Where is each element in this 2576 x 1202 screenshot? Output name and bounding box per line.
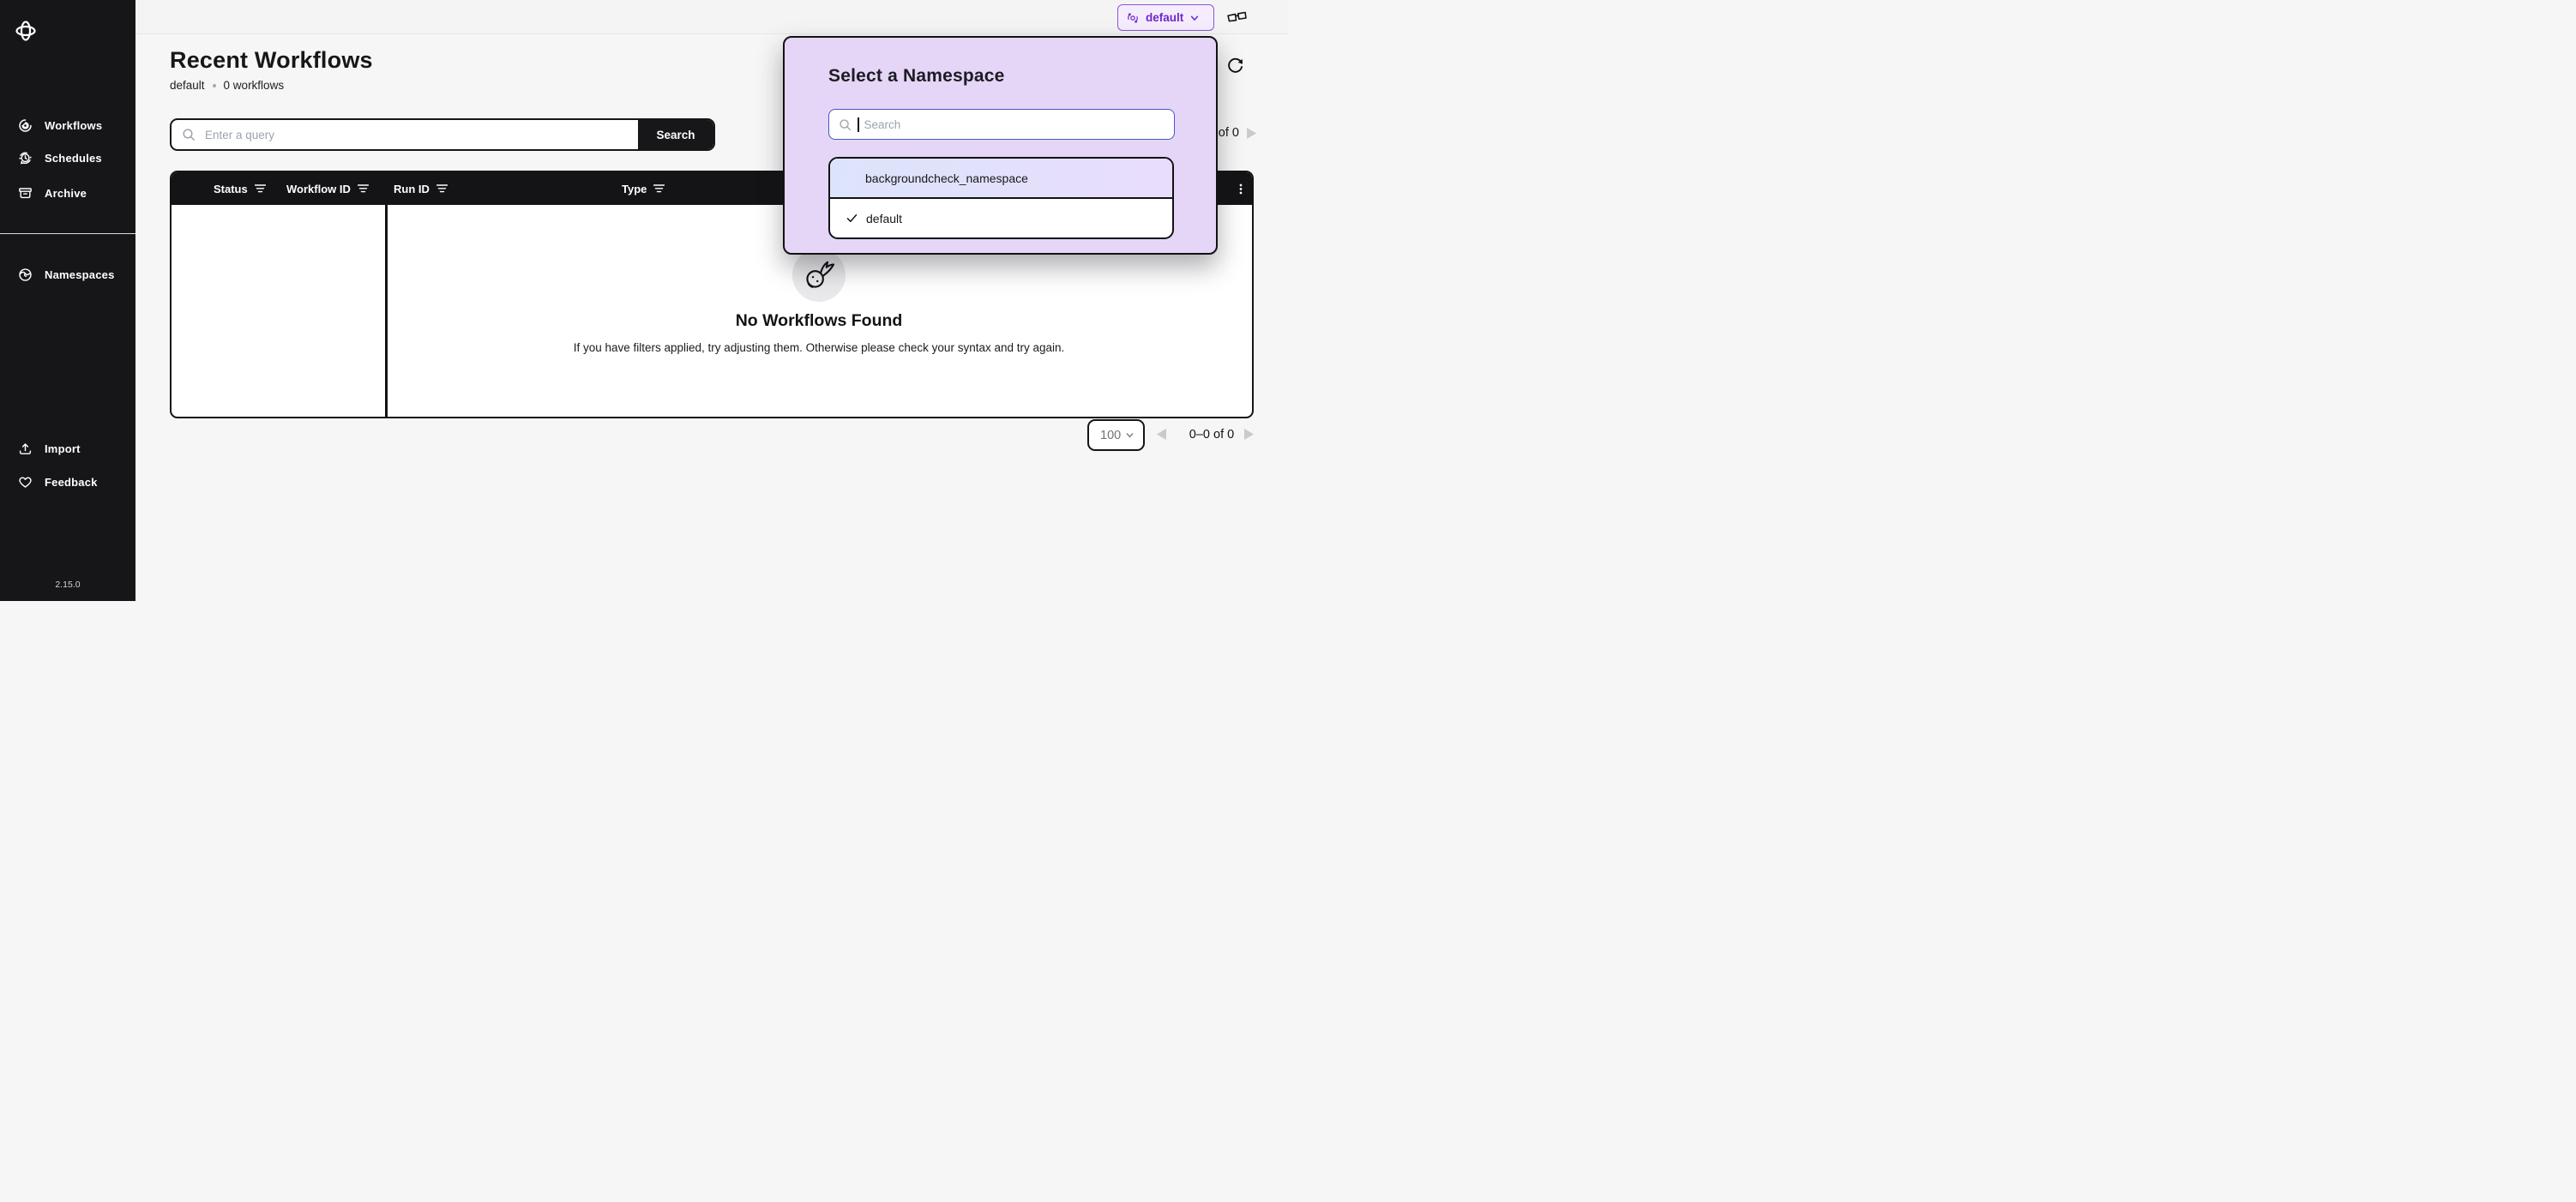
sidebar-item-namespaces[interactable]: Namespaces — [0, 257, 135, 291]
sidebar-item-import[interactable]: Import — [0, 431, 135, 466]
page-size-value: 100 — [1100, 429, 1121, 442]
page-title: Recent Workflows — [170, 47, 373, 74]
temporal-logo-icon[interactable] — [15, 20, 36, 42]
column-header-run-id[interactable]: Run ID — [394, 172, 448, 205]
filter-icon[interactable] — [653, 184, 665, 193]
check-icon — [846, 212, 858, 225]
app-version: 2.15.0 — [0, 580, 135, 590]
previous-page-icon[interactable] — [1157, 429, 1167, 440]
search-icon — [181, 127, 196, 142]
sidebar-item-workflows[interactable]: Workflows — [0, 108, 135, 142]
workflows-icon — [17, 117, 33, 134]
namespace-search-input[interactable] — [864, 118, 1166, 131]
filter-icon[interactable] — [358, 184, 369, 193]
next-page-icon[interactable] — [1247, 128, 1257, 139]
empty-state-title: No Workflows Found — [647, 311, 990, 331]
namespace-orbit-icon — [1126, 11, 1140, 25]
chevron-down-icon — [1125, 430, 1135, 440]
sidebar-item-label: Import — [45, 442, 81, 455]
filter-icon[interactable] — [436, 184, 448, 193]
popup-title: Select a Namespace — [828, 66, 1005, 87]
column-header-status[interactable]: Status — [214, 172, 266, 205]
current-namespace: default — [170, 79, 205, 92]
empty-state-badge — [792, 249, 846, 302]
sidebar-item-label: Archive — [45, 187, 87, 200]
namespace-switcher-label: default — [1146, 11, 1183, 24]
comet-icon — [801, 257, 837, 293]
sidebar: Workflows Schedules Archive Namespaces — [0, 0, 135, 601]
sidebar-item-label: Namespaces — [45, 268, 115, 281]
sidebar-item-feedback[interactable]: Feedback — [0, 465, 135, 499]
workflow-query-bar: Search — [170, 118, 715, 151]
heart-icon — [17, 474, 33, 490]
column-header-workflow-id[interactable]: Workflow ID — [286, 172, 369, 205]
sidebar-item-schedules[interactable]: Schedules — [0, 141, 135, 175]
page-size-select[interactable]: 100 — [1087, 419, 1145, 451]
import-icon — [17, 441, 33, 457]
namespace-select-popup: Select a Namespace backgroundcheck_names… — [783, 36, 1218, 255]
namespace-search-field — [828, 109, 1175, 140]
text-caret — [858, 117, 859, 132]
namespace-switcher-button[interactable]: default — [1117, 4, 1214, 31]
workflow-count: 0 workflows — [224, 79, 285, 92]
column-header-type[interactable]: Type — [622, 172, 665, 205]
search-button[interactable]: Search — [638, 120, 713, 149]
sidebar-item-label: Feedback — [45, 476, 98, 489]
refresh-icon[interactable] — [1226, 57, 1244, 75]
filter-icon[interactable] — [255, 184, 266, 193]
sidebar-item-label: Schedules — [45, 152, 102, 165]
page-subtitle: default 0 workflows — [170, 79, 284, 92]
archive-icon — [17, 185, 33, 201]
sidebar-item-label: Workflows — [45, 119, 102, 132]
namespace-option-default[interactable]: default — [830, 199, 1172, 237]
namespaces-icon — [17, 267, 33, 283]
sidebar-divider — [0, 233, 135, 234]
labs-glasses-icon[interactable] — [1227, 10, 1247, 23]
namespace-list: backgroundcheck_namespace default — [828, 157, 1174, 239]
pagination-range: 0–0 of 0 — [1176, 428, 1248, 442]
namespace-option-backgroundcheck[interactable]: backgroundcheck_namespace — [830, 159, 1172, 199]
next-page-icon[interactable] — [1244, 429, 1255, 440]
search-icon — [838, 117, 852, 132]
sidebar-item-archive[interactable]: Archive — [0, 176, 135, 210]
bullet-separator — [213, 84, 216, 87]
table-column-divider — [385, 205, 388, 417]
empty-state-description: If you have filters applied, try adjusti… — [476, 341, 1162, 354]
topbar — [135, 0, 1288, 34]
query-input[interactable] — [196, 120, 638, 149]
table-options-kebab-icon[interactable] — [1239, 183, 1243, 195]
chevron-down-icon — [1189, 13, 1200, 23]
schedules-icon — [17, 150, 33, 166]
